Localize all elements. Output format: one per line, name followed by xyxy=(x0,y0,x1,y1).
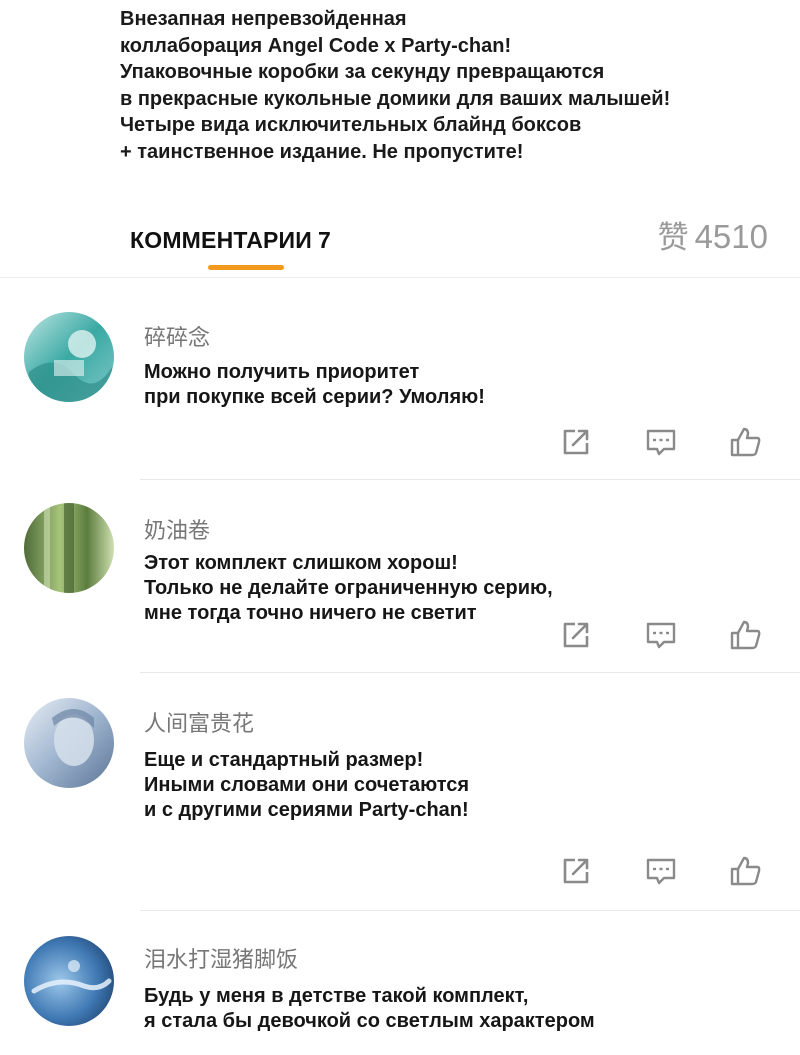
comment-text: Будь у меня в детстве такой комплект, я … xyxy=(144,984,595,1034)
tab-comments[interactable]: КОММЕНТАРИИ 7 xyxy=(130,227,331,254)
username[interactable]: 人间富贵花 xyxy=(144,706,254,738)
tab-active-indicator xyxy=(208,265,284,270)
comment-line: Иными словами они сочетаются xyxy=(144,774,470,796)
reply-button[interactable] xyxy=(641,851,681,891)
thumbs-up-icon xyxy=(730,620,761,650)
comments-header: КОММЕНТАРИИ 7 赞 4510 xyxy=(0,205,800,278)
avatar[interactable] xyxy=(24,698,114,788)
comment-actions xyxy=(0,422,800,462)
username[interactable]: 奶油卷 xyxy=(144,513,210,545)
comment-line: Можно получить приоритет xyxy=(144,361,420,383)
thumbs-up-icon xyxy=(730,856,761,886)
post-line: Четыре вида исключительных блайнд боксов xyxy=(120,114,582,136)
comment-divider xyxy=(140,910,800,911)
post-line: коллаборация Angel Code x Party-chan! xyxy=(120,34,512,57)
tab-comments-count: 7 xyxy=(318,227,332,253)
comment-line: Будь у меня в детстве такой комплект, xyxy=(144,985,529,1007)
like-button[interactable] xyxy=(726,422,766,462)
username[interactable]: 泪水打湿猪脚饭 xyxy=(144,942,298,974)
reply-icon xyxy=(646,858,676,885)
comment-divider xyxy=(140,479,800,480)
share-icon xyxy=(563,622,589,648)
comment-line: и с другими сериями Party-chan! xyxy=(144,799,469,821)
comment-text: Еще и стандартный размер! Иными словами … xyxy=(144,748,469,823)
avatar[interactable] xyxy=(24,312,114,402)
share-button[interactable] xyxy=(556,615,596,655)
username[interactable]: 碎碎念 xyxy=(144,320,210,352)
post-line: + таинственное издание. Не пропустите! xyxy=(120,140,524,163)
comment-item: 泪水打湿猪脚饭 Будь у меня в детстве такой комп… xyxy=(0,922,800,1055)
post-line: Внезапная непревзойденная xyxy=(120,8,407,30)
comment-line: Только не делайте ограниченную серию, xyxy=(144,577,553,599)
likes-count: 4510 xyxy=(694,218,768,255)
like-button[interactable] xyxy=(726,851,766,891)
tab-comments-label: КОММЕНТАРИИ xyxy=(130,227,313,253)
comment-line: при покупке всей серии? Умоляю! xyxy=(144,386,485,408)
comment-line: я стала бы девочкой со светлым характеро… xyxy=(144,1010,595,1032)
comment-item: 人间富贵花 Еще и стандартный размер! Иными сл… xyxy=(0,686,800,911)
comment-item: 奶油卷 Этот комплект слишком хорош! Только … xyxy=(0,493,800,673)
share-icon xyxy=(563,429,589,455)
total-likes[interactable]: 赞 4510 xyxy=(658,212,768,257)
reply-button[interactable] xyxy=(641,615,681,655)
reply-button[interactable] xyxy=(641,422,681,462)
like-button[interactable] xyxy=(726,615,766,655)
comment-actions xyxy=(0,851,800,891)
reply-icon xyxy=(646,429,676,456)
share-icon xyxy=(563,858,589,884)
comment-line: Еще и стандартный размер! xyxy=(144,749,424,771)
likes-glyph: 赞 xyxy=(657,220,689,256)
avatar[interactable] xyxy=(24,503,114,593)
avatar[interactable] xyxy=(24,936,114,1026)
post-description: Внезапная непревзойденная коллаборация A… xyxy=(120,6,780,165)
share-button[interactable] xyxy=(556,422,596,462)
share-button[interactable] xyxy=(556,851,596,891)
comment-actions xyxy=(0,615,800,655)
comment-item: 碎碎念 Можно получить приоритет при покупке… xyxy=(0,300,800,480)
post-line: Упаковочные коробки за секунду превращаю… xyxy=(120,61,605,83)
post-line: в прекрасные кукольные домики для ваших … xyxy=(120,87,671,110)
comment-text: Можно получить приоритет при покупке все… xyxy=(144,360,485,410)
thumbs-up-icon xyxy=(730,427,761,457)
comment-divider xyxy=(140,672,800,673)
reply-icon xyxy=(646,622,676,649)
comment-line: Этот комплект слишком хорош! xyxy=(144,552,458,574)
